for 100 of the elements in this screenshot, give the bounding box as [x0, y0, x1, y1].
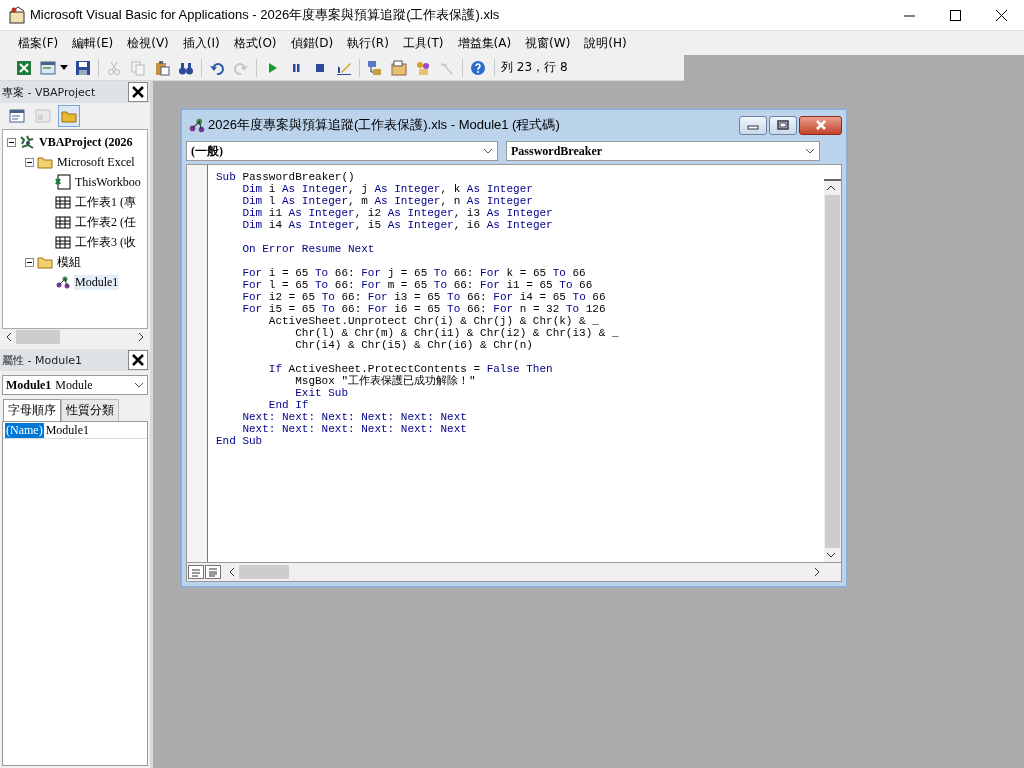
collapse-toggle-icon[interactable] — [7, 137, 16, 147]
collapse-toggle-icon[interactable] — [25, 157, 34, 167]
caret-icon — [60, 65, 68, 70]
object-dropdown[interactable]: Module1 Module — [2, 375, 148, 395]
save-button[interactable] — [75, 59, 91, 76]
tab[interactable]: 性質分類 — [61, 399, 119, 421]
menu-item[interactable]: 檔案(F) — [12, 32, 65, 54]
object-browser-button[interactable] — [415, 59, 431, 76]
tree-item[interactable]: Microsoft Excel — [56, 154, 136, 170]
code-line: Next: Next: Next: Next: Next: Next — [241, 411, 468, 423]
code-line: MsgBox "工作表保護已成功解除！" — [294, 375, 477, 387]
scrollbar-thumb[interactable] — [16, 330, 60, 344]
close-icon — [814, 120, 827, 130]
code-line: Dim i1 As Integer, i2 As Integer, i3 As Integer — [241, 207, 554, 219]
close-icon — [132, 86, 144, 98]
menu-item[interactable]: 說明(H) — [578, 32, 633, 54]
object-dropdown[interactable]: (一般) — [186, 141, 498, 161]
code-line: Chr(l) & Chr(m) & Chr(i1) & Chr(i2) & Chr(i3) & _ — [294, 327, 620, 339]
folder-icon — [37, 154, 53, 170]
maximize-icon — [949, 9, 961, 21]
split-bar[interactable] — [824, 165, 841, 181]
form-button[interactable] — [40, 59, 56, 76]
workbook-icon — [55, 174, 71, 190]
chevron-down-icon[interactable] — [805, 148, 815, 154]
worksheet-icon — [55, 194, 71, 210]
code-line: End If — [267, 399, 310, 411]
tree-item[interactable]: 工作表2 (任 — [74, 213, 137, 231]
code-line: If ActiveSheet.ProtectContents = False Then — [267, 363, 554, 375]
code-line: Sub PasswordBreaker() — [216, 171, 356, 183]
cursor-position: 列 23，行 8 — [494, 59, 568, 76]
code-line: For l = 65 To 66: For m = 65 To 66: For i1 = 65 To 66 — [241, 279, 594, 291]
code-line: On Error Resume Next — [241, 243, 376, 255]
tree-item[interactable]: ThisWorkboo — [74, 174, 142, 190]
procedure-view-button[interactable] — [188, 565, 204, 579]
scrollbar-thumb[interactable] — [825, 195, 840, 548]
excel-icon — [16, 59, 32, 76]
pane-title: 專案 - VBAProject — [2, 84, 96, 100]
folder-icon — [61, 108, 77, 124]
tree-item[interactable]: VBAProject (2026 — [38, 134, 134, 150]
restore-icon — [777, 120, 789, 130]
scrollbar-thumb[interactable] — [239, 565, 289, 579]
project-tree-button[interactable] — [367, 59, 383, 76]
code-line: End Sub — [216, 435, 264, 447]
minimize-button[interactable] — [739, 115, 767, 135]
code-line: Dim l As Integer, m As Integer, n As Integer — [241, 195, 534, 207]
chevron-down-icon[interactable] — [134, 382, 144, 388]
help-button[interactable] — [470, 59, 486, 76]
lines-icon — [191, 567, 201, 577]
restore-button[interactable] — [769, 115, 797, 135]
full-module-view-button[interactable] — [205, 565, 221, 579]
property-name[interactable]: (Name) — [5, 422, 44, 438]
tree-item[interactable]: 工作表3 (收 — [74, 233, 137, 251]
menu-item[interactable]: 檢視(V) — [121, 32, 175, 54]
tree-item[interactable]: 工作表1 (專 — [74, 193, 137, 211]
module-icon — [188, 116, 206, 134]
menu-item[interactable]: 工具(T) — [396, 32, 450, 54]
tab[interactable]: 字母順序 — [3, 399, 61, 421]
close-icon — [132, 354, 144, 366]
help-icon — [470, 59, 486, 76]
properties-button[interactable] — [391, 59, 407, 76]
close-icon — [995, 9, 1007, 21]
code-line: Dim i4 As Integer, i5 As Integer, i6 As Integer — [241, 219, 554, 231]
code-line: ActiveSheet.Unprotect Chr(i) & Chr(j) & Chr(k) & _ — [267, 315, 600, 327]
tree-item[interactable]: Module1 — [74, 274, 120, 290]
menu-item[interactable]: 格式(O) — [227, 32, 283, 54]
project-tree-icon — [367, 59, 383, 76]
procedure-dropdown[interactable]: PasswordBreaker — [506, 141, 820, 161]
close-button[interactable] — [799, 115, 842, 135]
worksheet-icon — [55, 234, 71, 250]
lines-icon — [208, 567, 218, 577]
pane-title: 屬性 - Module1 — [2, 352, 82, 368]
code-line: For i5 = 65 To 66: For i6 = 65 To 66: For n = 32 To 126 — [241, 303, 607, 315]
menu-item[interactable]: 偵錯(D) — [284, 32, 340, 54]
view-object-icon — [35, 108, 51, 124]
scissors-icon — [106, 59, 122, 76]
close-button[interactable] — [128, 82, 148, 102]
code-line: Exit Sub — [294, 387, 349, 399]
save-icon — [75, 59, 91, 76]
code-line: Dim i As Integer, j As Integer, k As Integer — [241, 183, 534, 195]
code-line: Chr(i4) & Chr(i5) & Chr(i6) & Chr(n) — [294, 339, 534, 351]
paste-button[interactable] — [154, 59, 170, 76]
menu-item[interactable]: 插入(I) — [176, 32, 226, 54]
paste-icon — [154, 59, 170, 76]
code-line: For i2 = 65 To 66: For i3 = 65 To 66: For i4 = 65 To 66 — [241, 291, 607, 303]
tree-item[interactable]: 模組 — [56, 253, 82, 271]
menu-item[interactable]: 執行(R) — [341, 32, 395, 54]
close-button[interactable] — [128, 350, 148, 370]
menu-item[interactable]: 視窗(W) — [519, 32, 577, 54]
view-code-icon — [9, 108, 25, 124]
menu-item[interactable]: 增益集(A) — [451, 32, 518, 54]
property-value[interactable]: Module1 — [43, 422, 89, 438]
excel-button[interactable] — [16, 59, 32, 76]
project-icon — [19, 134, 35, 150]
worksheet-icon — [55, 214, 71, 230]
app-icon — [8, 6, 26, 24]
chevron-down-icon[interactable] — [483, 148, 493, 154]
menu-item[interactable]: 編輯(E) — [66, 32, 120, 54]
collapse-toggle-icon[interactable] — [25, 257, 34, 267]
copy-icon — [130, 59, 146, 76]
object-browser-icon — [415, 59, 431, 76]
